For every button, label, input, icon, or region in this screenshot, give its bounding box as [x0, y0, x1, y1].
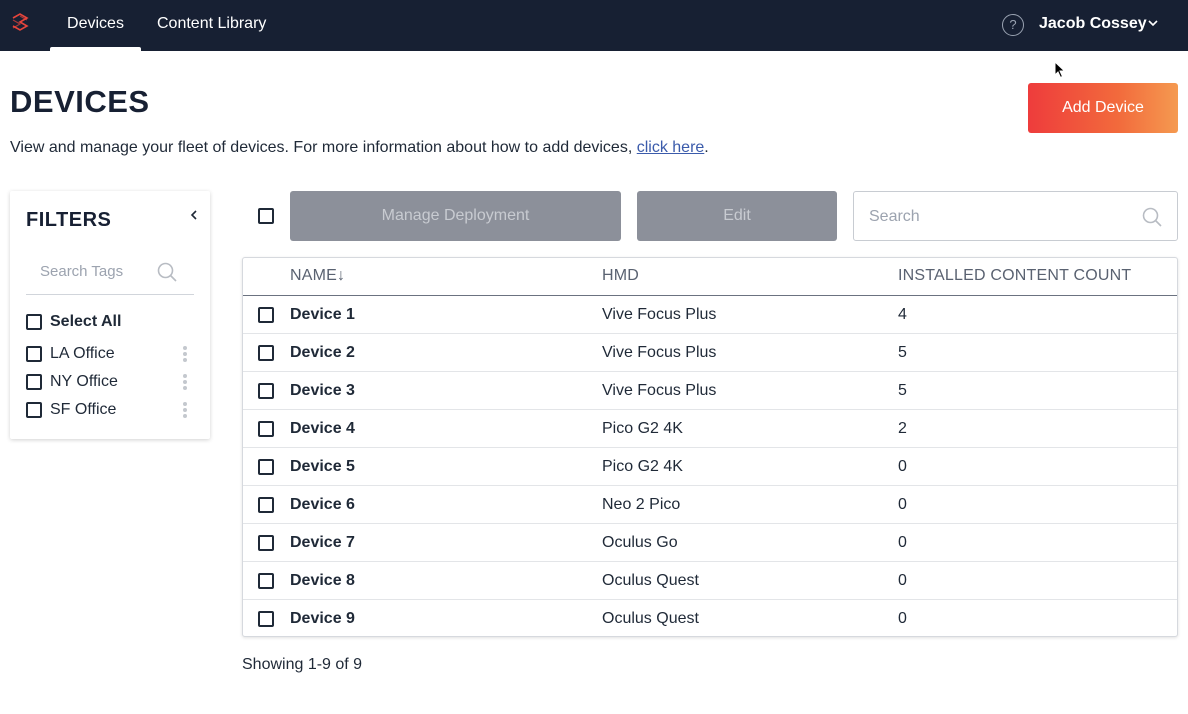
page-title: DEVICES: [10, 84, 150, 119]
column-header-name[interactable]: NAME↓: [290, 267, 345, 285]
pagination-summary: Showing 1-9 of 9: [242, 656, 363, 673]
question-circle-icon[interactable]: ?: [1002, 14, 1024, 36]
tag-checkbox[interactable]: [26, 402, 42, 418]
page-description: View and manage your fleet of devices. F…: [10, 139, 709, 157]
device-content-count: 0: [898, 610, 907, 627]
row-checkbox[interactable]: [258, 573, 274, 589]
device-content-count: 5: [898, 344, 907, 361]
device-hmd: Pico G2 4K: [602, 420, 683, 437]
tag-search-placeholder: Search Tags: [40, 263, 124, 280]
row-checkbox[interactable]: [258, 421, 274, 437]
column-header-installed-content-count[interactable]: INSTALLED CONTENT COUNT: [898, 267, 1131, 285]
device-search-input[interactable]: Search: [853, 191, 1178, 241]
tag-checkbox[interactable]: [26, 374, 42, 390]
device-content-count: 0: [898, 572, 907, 589]
select-all-devices-checkbox[interactable]: [258, 208, 274, 224]
device-name[interactable]: Device 7: [290, 534, 355, 552]
table-row[interactable]: Device 1 Vive Focus Plus 4: [243, 296, 1177, 334]
device-hmd: Neo 2 Pico: [602, 496, 681, 513]
chevron-left-icon[interactable]: [188, 208, 200, 222]
device-content-count: 5: [898, 382, 907, 399]
help-link[interactable]: click here: [637, 139, 705, 156]
device-hmd: Vive Focus Plus: [602, 382, 717, 399]
tag-search-input[interactable]: Search Tags: [26, 259, 194, 295]
brand-logo-icon[interactable]: [9, 12, 31, 34]
device-hmd: Oculus Go: [602, 534, 678, 551]
search-icon[interactable]: [156, 261, 178, 283]
table-header: NAME↓ HMD INSTALLED CONTENT COUNT: [243, 258, 1177, 296]
table-row[interactable]: Device 8 Oculus Quest 0: [243, 562, 1177, 600]
device-hmd: Oculus Quest: [602, 610, 699, 627]
chevron-down-icon[interactable]: [1147, 17, 1159, 29]
sort-arrow-down-icon: ↓: [337, 267, 346, 284]
device-content-count: 4: [898, 306, 907, 323]
manage-deployment-button[interactable]: Manage Deployment: [290, 191, 621, 241]
add-device-button[interactable]: Add Device: [1028, 83, 1178, 133]
row-checkbox[interactable]: [258, 459, 274, 475]
tag-label[interactable]: LA Office: [50, 345, 115, 363]
device-hmd: Pico G2 4K: [602, 458, 683, 475]
device-content-count: 0: [898, 534, 907, 551]
kebab-menu-icon[interactable]: [183, 346, 187, 362]
devices-table: NAME↓ HMD INSTALLED CONTENT COUNT Device…: [242, 257, 1178, 637]
nav-tab-devices[interactable]: Devices: [50, 0, 141, 51]
device-name[interactable]: Device 9: [290, 610, 355, 628]
page-description-text: View and manage your fleet of devices. F…: [10, 139, 637, 156]
device-hmd: Oculus Quest: [602, 572, 699, 589]
row-checkbox[interactable]: [258, 383, 274, 399]
kebab-menu-icon[interactable]: [183, 374, 187, 390]
table-row[interactable]: Device 3 Vive Focus Plus 5: [243, 372, 1177, 410]
tag-label[interactable]: SF Office: [50, 401, 116, 419]
top-navigation-bar: Devices Content Library ? Jacob Cossey: [0, 0, 1188, 51]
table-row[interactable]: Device 7 Oculus Go 0: [243, 524, 1177, 562]
user-menu-name[interactable]: Jacob Cossey: [1039, 0, 1147, 48]
filters-title: FILTERS: [26, 209, 112, 231]
device-name[interactable]: Device 2: [290, 344, 355, 362]
table-row[interactable]: Device 4 Pico G2 4K 2: [243, 410, 1177, 448]
mouse-cursor-icon: [1054, 61, 1066, 79]
column-header-hmd[interactable]: HMD: [602, 267, 639, 285]
table-row[interactable]: Device 9 Oculus Quest 0: [243, 600, 1177, 638]
device-content-count: 0: [898, 496, 907, 513]
tag-checkbox[interactable]: [26, 346, 42, 362]
page-description-end: .: [704, 139, 709, 156]
table-row[interactable]: Device 6 Neo 2 Pico 0: [243, 486, 1177, 524]
edit-button[interactable]: Edit: [637, 191, 837, 241]
search-icon[interactable]: [1141, 206, 1163, 228]
device-hmd: Vive Focus Plus: [602, 344, 717, 361]
row-checkbox[interactable]: [258, 307, 274, 323]
select-all-label[interactable]: Select All: [50, 313, 121, 331]
row-checkbox[interactable]: [258, 535, 274, 551]
device-name[interactable]: Device 5: [290, 458, 355, 476]
select-all-checkbox[interactable]: [26, 314, 42, 330]
device-content-count: 2: [898, 420, 907, 437]
table-row[interactable]: Device 2 Vive Focus Plus 5: [243, 334, 1177, 372]
device-name[interactable]: Device 8: [290, 572, 355, 590]
nav-tab-content-library[interactable]: Content Library: [157, 0, 266, 51]
device-name[interactable]: Device 4: [290, 420, 355, 438]
table-row[interactable]: Device 5 Pico G2 4K 0: [243, 448, 1177, 486]
device-name[interactable]: Device 6: [290, 496, 355, 514]
device-hmd: Vive Focus Plus: [602, 306, 717, 323]
device-name[interactable]: Device 1: [290, 306, 355, 324]
row-checkbox[interactable]: [258, 497, 274, 513]
kebab-menu-icon[interactable]: [183, 402, 187, 418]
device-name[interactable]: Device 3: [290, 382, 355, 400]
device-search-placeholder: Search: [869, 208, 920, 225]
row-checkbox[interactable]: [258, 345, 274, 361]
column-header-name-label: NAME: [290, 267, 338, 284]
tag-label[interactable]: NY Office: [50, 373, 118, 391]
device-content-count: 0: [898, 458, 907, 475]
filters-panel: FILTERS Search Tags Select All LA Office…: [10, 191, 210, 439]
row-checkbox[interactable]: [258, 611, 274, 627]
